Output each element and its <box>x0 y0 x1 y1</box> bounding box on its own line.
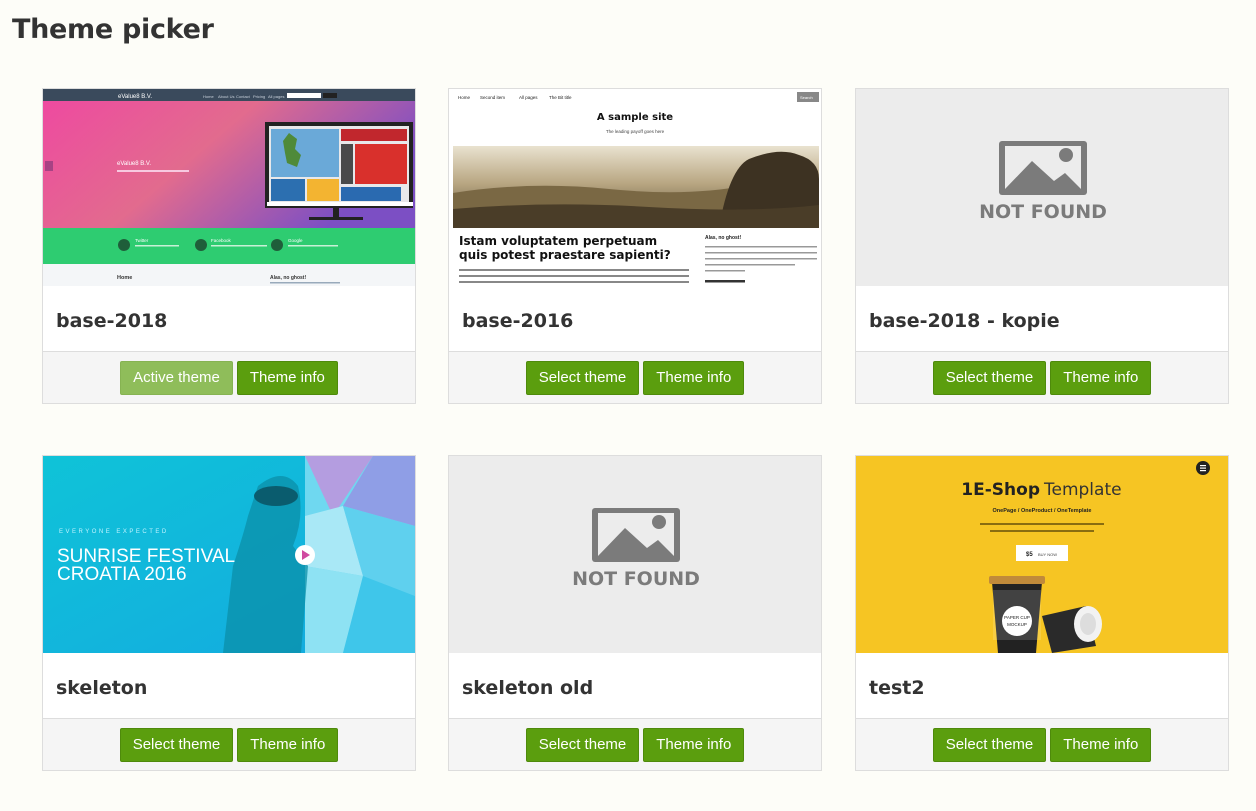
theme-info-button[interactable]: Theme info <box>1050 727 1152 762</box>
preview-hero-brand: eValue8 B.V. <box>117 161 151 167</box>
preview-social-twitter: Twitter <box>135 238 149 243</box>
not-found-label: NOT FOUND <box>979 201 1107 223</box>
theme-card-test2: 1E-Shop Template OnePage / OneProduct / … <box>855 455 1229 771</box>
preview-subtitle: OnePage / OneProduct / OneTemplate <box>993 508 1092 514</box>
preview-cup-text-1: PAPER CUP <box>1004 615 1030 620</box>
active-theme-button[interactable]: Active theme <box>120 360 233 395</box>
card-footer: Select theme Theme info <box>856 718 1228 770</box>
image-placeholder-icon <box>999 141 1087 195</box>
preview-nav-home: Home <box>458 95 471 100</box>
preview-nav-contact: Contact <box>236 94 251 99</box>
preview-nav-allpages: All pages <box>519 95 538 100</box>
theme-preview-image: 1E-Shop Template OnePage / OneProduct / … <box>856 456 1228 653</box>
preview-sidebar-heading: Alas, no ghost! <box>705 235 741 241</box>
theme-card-skeleton: EVERYONE EXPECTED SUNRISE FESTIVAL CROAT… <box>42 455 416 771</box>
theme-preview-image: eValue8 B.V. Home About Us Contact Prici… <box>43 89 415 286</box>
preview-nav-allpages: All pages <box>268 94 284 99</box>
theme-name: test2 <box>869 677 925 699</box>
preview-tagline: The leading payoff goes here <box>606 129 665 134</box>
card-footer: Select theme Theme info <box>43 718 415 770</box>
theme-name: base-2018 - kopie <box>869 310 1060 332</box>
theme-preview-image: EVERYONE EXPECTED SUNRISE FESTIVAL CROAT… <box>43 456 415 653</box>
image-placeholder-icon <box>592 508 680 562</box>
preview-nav-title: The Bit title <box>549 95 572 100</box>
card-footer: Active theme Theme info <box>43 351 415 403</box>
theme-info-button[interactable]: Theme info <box>237 727 339 762</box>
preview-site-title: A sample site <box>597 112 673 123</box>
theme-card-skeleton-old: NOT FOUND skeleton old Select theme Them… <box>448 455 822 771</box>
preview-nav-about: About Us <box>218 94 234 99</box>
select-theme-button[interactable]: Select theme <box>119 727 234 762</box>
theme-info-button[interactable]: Theme info <box>643 360 745 395</box>
preview-headline-1: Istam voluptatem perpetuam <box>459 234 657 248</box>
theme-preview-not-found: NOT FOUND <box>856 89 1228 286</box>
theme-preview-not-found: NOT FOUND <box>449 456 821 653</box>
page-title: Theme picker <box>12 14 214 45</box>
preview-nav-pricing: Pricing <box>253 94 265 99</box>
preview-search: Search <box>800 95 813 100</box>
theme-card-base-2016: Home Second item All pages The Bit title… <box>448 88 822 404</box>
preview-kicker: EVERYONE EXPECTED <box>59 529 169 535</box>
preview-headline-2: CROATIA 2016 <box>57 564 187 585</box>
preview-nav-second: Second item <box>480 95 505 100</box>
preview-headline-2: quis potest praestare sapienti? <box>459 248 671 262</box>
theme-card-base-2018: eValue8 B.V. Home About Us Contact Prici… <box>42 88 416 404</box>
theme-name: skeleton <box>56 677 148 699</box>
preview-nav-home: Home <box>203 94 214 99</box>
preview-cup-text-2: MOCKUP <box>1007 622 1027 627</box>
not-found-label: NOT FOUND <box>572 568 700 590</box>
theme-name: base-2018 <box>56 310 168 332</box>
theme-info-button[interactable]: Theme info <box>1050 360 1152 395</box>
preview-social-google: Google <box>288 238 303 243</box>
select-theme-button[interactable]: Select theme <box>525 727 640 762</box>
preview-buy: BUY NOW <box>1038 552 1057 557</box>
card-footer: Select theme Theme info <box>856 351 1228 403</box>
card-footer: Select theme Theme info <box>449 351 821 403</box>
preview-footer-home: Home <box>117 275 132 281</box>
theme-card-base-2018-kopie: NOT FOUND base-2018 - kopie Select theme… <box>855 88 1229 404</box>
preview-social-facebook: Facebook <box>211 238 232 243</box>
card-footer: Select theme Theme info <box>449 718 821 770</box>
select-theme-button[interactable]: Select theme <box>525 360 640 395</box>
preview-price: $5 <box>1026 552 1033 558</box>
preview-title-bold: 1E-Shop <box>961 480 1040 500</box>
theme-preview-image: Home Second item All pages The Bit title… <box>449 89 821 286</box>
theme-name: base-2016 <box>462 310 574 332</box>
preview-footer-ghost: Alas, no ghost! <box>270 275 306 281</box>
theme-name: skeleton old <box>462 677 594 699</box>
select-theme-button[interactable]: Select theme <box>932 727 1047 762</box>
theme-info-button[interactable]: Theme info <box>236 360 338 395</box>
preview-title-light: Template <box>1043 480 1122 500</box>
theme-info-button[interactable]: Theme info <box>643 727 745 762</box>
select-theme-button[interactable]: Select theme <box>932 360 1047 395</box>
preview-brand: eValue8 B.V. <box>118 94 152 100</box>
